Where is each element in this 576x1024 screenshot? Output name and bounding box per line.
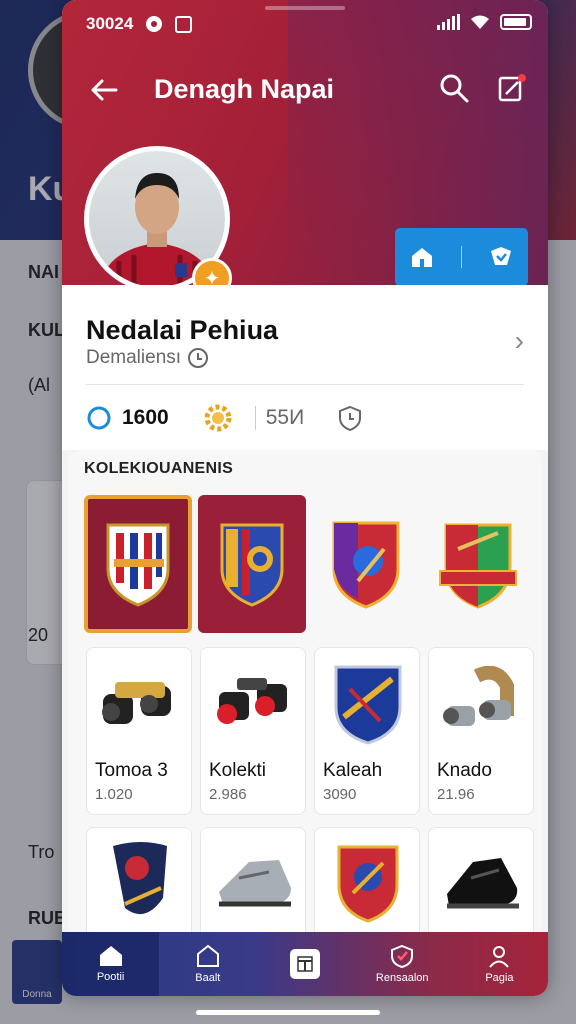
status-indicators [437,14,532,30]
item-label: Tomoa 3 [95,760,168,781]
shield-crest-icon [337,845,399,923]
stats-divider [254,406,256,430]
crest-card-3[interactable] [312,495,420,633]
sheet-handle[interactable] [265,6,345,10]
bottom-nav: Pootii Baalt Rensaalon Pagia [62,932,548,996]
collection-item-card[interactable]: Kaleah 3090 [314,647,420,815]
stats-row: 1600 55И [86,401,364,435]
clock-icon [188,348,209,368]
info-divider [86,384,524,385]
item-image [207,658,301,748]
profile-info-card: Nedalai Pehiua Demaliensı › 1600 55И [62,285,548,450]
item-image [93,658,187,748]
wifi-icon [471,15,489,29]
globe-crest-icon [332,521,400,609]
club-crest-icon [220,523,284,607]
item-value: 1.020 [95,786,133,803]
shield-clock-icon [339,405,362,432]
profile-icon [489,946,510,968]
profile-subtitle-text: Demaliensı [86,347,182,368]
collection-heading: KOLEKIOUANENIS [84,460,234,477]
item-label: Kaleah [323,760,383,781]
nav-item-home[interactable]: Pootii [62,932,160,996]
profile-sheet: 30024 Denagh Napai ✦ Nedalai Pehiua Dema… [62,0,548,996]
item-image [93,838,187,928]
shin-guard-icon [113,842,167,915]
item-image [435,658,529,748]
coins-value: 1600 [122,406,169,429]
profile-subtitle: Demaliensı [86,347,209,369]
binoculars-icon [443,666,514,726]
item-image [207,838,301,928]
boot-icon [447,858,519,909]
item-image [435,838,529,928]
edit-note-icon[interactable] [496,72,528,104]
location-icon [146,16,163,32]
back-arrow-icon[interactable] [86,72,122,108]
action-divider [460,246,462,268]
nav-label-home: Pootii [96,971,125,983]
battery-icon [500,14,532,30]
house-outline-icon [196,944,219,967]
stat-two-value: 55И [265,406,305,429]
collection-item-card[interactable]: Tomoa 3 1.020 [86,647,192,815]
binoculars-icon [102,682,171,724]
club-crest-icon [106,523,170,607]
search-icon[interactable] [438,72,470,104]
boot-icon [219,860,291,907]
action-button-group [395,228,528,286]
coin-ring-icon [87,406,111,430]
badge-share-icon[interactable] [487,245,515,269]
nav-label-second: Baalt [195,972,221,984]
profile-name: Nedalai Pehiua [86,315,279,345]
crest-card-2[interactable] [198,495,306,633]
crest-card-selected[interactable] [84,495,192,633]
center-action-icon [290,949,320,979]
shield-check-icon [391,944,414,968]
collection-item-card[interactable]: Kolekti 2.986 [200,647,306,815]
page-title: Denagh Napai [154,74,335,104]
home-icon [99,946,122,966]
nav-item-center[interactable] [256,932,353,996]
home-indicator[interactable] [196,1010,380,1015]
collection-item-card[interactable]: Knado 21.96 [428,647,534,815]
gear-medal-icon [204,404,232,432]
nav-label-fifth: Pagia [485,972,514,984]
item-image [321,658,415,748]
crest-card-4[interactable] [424,495,532,633]
signal-icon [437,14,460,30]
app-bar: Denagh Napai [62,66,548,114]
item-value: 21.96 [437,786,475,803]
nav-item-second[interactable]: Baalt [159,932,256,996]
shield-crest-icon [334,665,402,745]
nav-item-fourth[interactable]: Rensaalon [354,932,451,996]
item-label: Knado [437,760,492,781]
status-bar: 30024 [86,14,193,34]
item-value: 2.986 [209,786,247,803]
collection-panel: KOLEKIOUANENIS Tomoa 3 1.020 Kolekti 2.9… [68,450,542,980]
binoculars-icon [217,678,287,724]
nav-item-fifth[interactable]: Pagia [451,932,548,996]
home-add-icon[interactable] [408,245,436,269]
nav-label-fourth: Rensaalon [375,972,429,984]
status-time: 30024 [86,14,134,33]
notification-icon [175,15,193,33]
item-value: 3090 [323,786,357,803]
sword-crest-icon [439,523,517,609]
item-image [321,838,415,928]
chevron-right-icon[interactable]: › [515,325,524,357]
item-label: Kolekti [209,760,267,781]
